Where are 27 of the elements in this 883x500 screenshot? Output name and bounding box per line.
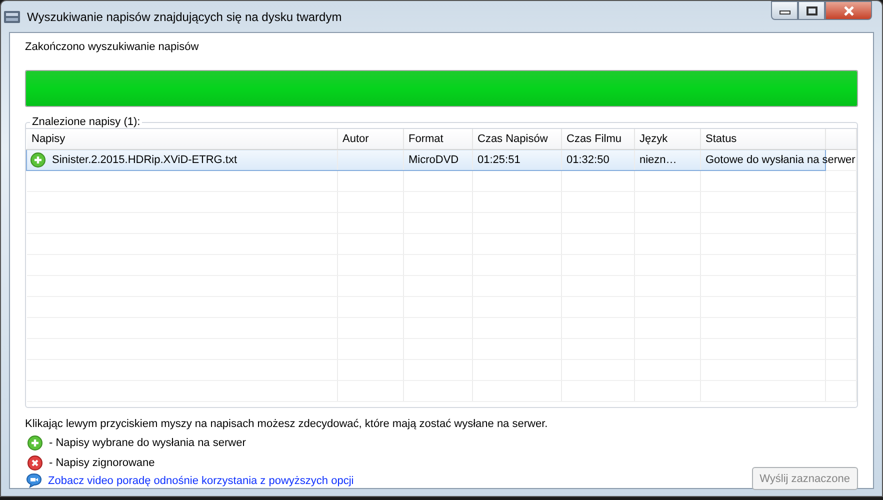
maximize-button[interactable] — [798, 1, 825, 20]
app-icon — [3, 8, 21, 24]
table-cell: MicroDVD — [408, 154, 459, 166]
column-header[interactable]: Status — [700, 129, 826, 150]
table-cell: 01:32:50 — [566, 154, 610, 166]
minimize-button[interactable] — [771, 1, 798, 20]
close-icon — [842, 6, 854, 16]
maximize-icon — [806, 6, 818, 16]
status-text: Zakończono wyszukiwanie napisów — [25, 41, 200, 55]
column-header[interactable]: Format — [403, 129, 472, 150]
column-header[interactable]: Język — [634, 129, 700, 150]
legend-text: - Napisy zignorowane — [49, 457, 155, 469]
table-row[interactable]: Sinister.2.2015.HDRip.XViD-ETRG.txt MicroDVD 01:25:51 01:32:50 niezn… Gotowe do wysłania na serwer — [26, 150, 856, 170]
legend-text: - Napisy wybrane do wysłania na serwer — [49, 437, 246, 449]
hint-text: Klikając lewym przyciskiem myszy na napisach możesz zdecydować, które mają zostać wysłane na serwer. — [25, 418, 549, 430]
table-cell: Gotowe do wysłania na serwer — [706, 154, 856, 166]
file-name: Sinister.2.2015.HDRip.XViD-ETRG.txt — [52, 154, 238, 166]
group-title: Znalezione napisy (1): — [31, 116, 142, 128]
column-header[interactable]: Autor — [337, 129, 403, 150]
table-cell: 01:25:51 — [478, 154, 520, 166]
video-help-link[interactable]: Zobacz video poradę odnośnie korzystania z powyższych opcji — [48, 474, 354, 486]
window-title: Wyszukiwanie napisów znajdujących się na dysku twardym — [27, 10, 342, 24]
column-header[interactable]: Czas Filmu — [561, 129, 634, 150]
column-header[interactable]: Napisy — [26, 129, 337, 150]
column-header[interactable]: Czas Napisów — [472, 129, 561, 150]
table-cell: niezn… — [640, 154, 677, 166]
close-button[interactable] — [825, 1, 872, 20]
